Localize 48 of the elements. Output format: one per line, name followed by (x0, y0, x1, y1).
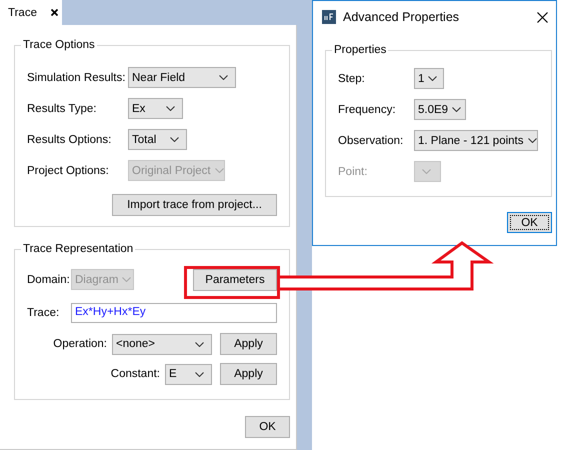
field-label: Operation: (53, 338, 107, 350)
group-title: Trace Representation (22, 243, 134, 255)
field-label: Simulation Results: (27, 72, 126, 84)
chevron-icon (422, 169, 431, 174)
ok-button[interactable]: OK (245, 416, 290, 438)
apply-button[interactable]: Apply (220, 363, 277, 385)
dropdown[interactable]: 5.0E9 (414, 99, 466, 120)
trace-field[interactable]: Ex*Hy+Hx*Ey (71, 303, 277, 323)
dropdown[interactable]: E (165, 364, 212, 384)
field-label: Frequency: (338, 104, 397, 116)
parameters-button[interactable]: Parameters (193, 268, 277, 290)
field-label: Step: (338, 72, 366, 84)
dropdown[interactable]: <none> (112, 334, 212, 354)
group-title: Trace Options (22, 39, 96, 51)
chevron-icon (428, 76, 438, 81)
apply-button[interactable]: Apply (220, 333, 277, 355)
window-title: Advanced Properties (343, 10, 460, 24)
ok-button[interactable]: OK (507, 212, 552, 233)
field-label: Trace: (27, 307, 60, 319)
chevron-icon (219, 75, 228, 80)
app-icon (322, 10, 336, 24)
group-title: Properties (333, 44, 388, 56)
field-label: Results Options: (27, 134, 112, 146)
chevron-icon (166, 106, 175, 111)
close-icon[interactable] (50, 9, 58, 16)
dropdown[interactable]: Total (128, 129, 187, 150)
dropdown: Original Project (128, 160, 225, 181)
dropdown[interactable]: Ex (128, 98, 183, 119)
dropdown: Diagram (71, 269, 134, 290)
dropdown[interactable]: Near Field (128, 67, 236, 88)
chevron-icon (528, 138, 536, 143)
chevron-icon (452, 107, 462, 112)
field-label: Constant: (110, 368, 160, 380)
chevron-icon (195, 342, 204, 346)
close-icon[interactable] (537, 12, 548, 22)
dropdown[interactable]: 1 (414, 68, 444, 89)
import-button[interactable]: Import trace from project... (112, 194, 277, 216)
chevron-icon (195, 372, 204, 376)
chevron-icon (214, 168, 224, 173)
field-label: Results Type: (27, 102, 98, 114)
chevron-icon (122, 277, 132, 282)
field-label: Point: (338, 166, 368, 178)
trace-tab[interactable]: Trace (0, 0, 62, 25)
field-label: Project Options: (27, 164, 110, 176)
field-label: Domain: (27, 274, 71, 286)
field-label: Observation: (338, 134, 404, 146)
dropdown[interactable]: 1. Plane - 121 points (414, 130, 538, 151)
chevron-icon (170, 137, 179, 142)
